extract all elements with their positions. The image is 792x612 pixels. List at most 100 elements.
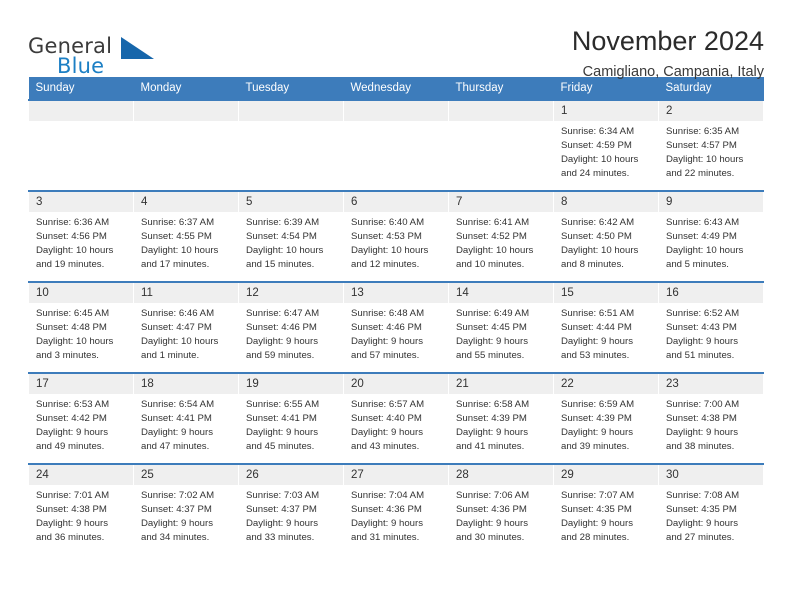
calendar-day-cell[interactable]: 8 Sunrise: 6:42 AM Sunset: 4:50 PM Daylight… bbox=[553, 190, 659, 282]
sunrise-time: Sunrise: 7:03 AM bbox=[246, 490, 320, 501]
daylight-duration-line2: and 43 minutes. bbox=[351, 441, 420, 453]
day-number: 6 bbox=[344, 192, 448, 212]
sunrise-time: Sunrise: 6:43 AM bbox=[666, 217, 740, 228]
daylight-duration-line1: Daylight: 9 hours bbox=[561, 518, 633, 530]
calendar-day-cell[interactable]: 17 Sunrise: 6:53 AM Sunset: 4:42 PM Dayligh… bbox=[28, 372, 134, 464]
sunrise-time: Sunrise: 6:49 AM bbox=[456, 308, 530, 319]
calendar-day-cell[interactable]: 4 Sunrise: 6:37 AM Sunset: 4:55 PM Daylight… bbox=[133, 190, 239, 282]
day-number: 16 bbox=[659, 283, 763, 303]
calendar-week-row: 3 Sunrise: 6:36 AM Sunset: 4:56 PM Daylight… bbox=[28, 190, 764, 282]
calendar-day-cell[interactable]: 26 Sunrise: 7:03 AM Sunset: 4:37 PM Dayligh… bbox=[238, 463, 344, 555]
calendar-day-cell[interactable]: 10 Sunrise: 6:45 AM Sunset: 4:48 PM Dayligh… bbox=[28, 281, 134, 373]
calendar-day-cell[interactable]: 24 Sunrise: 7:01 AM Sunset: 4:38 PM Dayligh… bbox=[28, 463, 134, 555]
day-number: 21 bbox=[449, 374, 553, 394]
calendar-day-cell[interactable]: 22 Sunrise: 6:59 AM Sunset: 4:39 PM Dayligh… bbox=[553, 372, 659, 464]
calendar-week-row: 10 Sunrise: 6:45 AM Sunset: 4:48 PM Dayligh… bbox=[28, 281, 764, 373]
sunrise-time: Sunrise: 6:59 AM bbox=[561, 399, 635, 410]
calendar-day-cell[interactable]: 28 Sunrise: 7:06 AM Sunset: 4:36 PM Dayligh… bbox=[448, 463, 554, 555]
calendar-day-cell[interactable]: 6 Sunrise: 6:40 AM Sunset: 4:53 PM Daylight… bbox=[343, 190, 449, 282]
calendar-day-cell[interactable]: 16 Sunrise: 6:52 AM Sunset: 4:43 PM Dayligh… bbox=[658, 281, 764, 373]
day-details: Sunrise: 6:49 AM Sunset: 4:45 PM Daylight:… bbox=[449, 303, 553, 363]
day-details: Sunrise: 6:37 AM Sunset: 4:55 PM Daylight:… bbox=[134, 212, 238, 272]
sunrise-time: Sunrise: 6:51 AM bbox=[561, 308, 635, 319]
calendar-day-cell[interactable]: 11 Sunrise: 6:46 AM Sunset: 4:47 PM Dayligh… bbox=[133, 281, 239, 373]
daylight-duration-line2: and 31 minutes. bbox=[351, 532, 420, 544]
day-number: 18 bbox=[134, 374, 238, 394]
calendar-day-cell[interactable]: 13 Sunrise: 6:48 AM Sunset: 4:46 PM Dayligh… bbox=[343, 281, 449, 373]
day-number bbox=[29, 101, 133, 121]
daylight-duration-line1: Daylight: 9 hours bbox=[666, 518, 738, 530]
daylight-duration-line1: Daylight: 10 hours bbox=[456, 245, 534, 257]
daylight-duration-line1: Daylight: 9 hours bbox=[36, 427, 108, 439]
sunset-time: Sunset: 4:41 PM bbox=[246, 413, 317, 425]
sunset-time: Sunset: 4:37 PM bbox=[141, 504, 212, 516]
calendar-day-cell[interactable]: 3 Sunrise: 6:36 AM Sunset: 4:56 PM Daylight… bbox=[28, 190, 134, 282]
daylight-duration-line1: Daylight: 10 hours bbox=[561, 245, 639, 257]
sunset-time: Sunset: 4:38 PM bbox=[666, 413, 737, 425]
calendar-week-row: 24 Sunrise: 7:01 AM Sunset: 4:38 PM Dayligh… bbox=[28, 463, 764, 555]
calendar-day-cell[interactable]: 1 Sunrise: 6:34 AM Sunset: 4:59 PM Daylight… bbox=[553, 99, 659, 191]
calendar-day-cell[interactable]: 20 Sunrise: 6:57 AM Sunset: 4:40 PM Dayligh… bbox=[343, 372, 449, 464]
day-number: 3 bbox=[29, 192, 133, 212]
calendar-day-cell[interactable]: 9 Sunrise: 6:43 AM Sunset: 4:49 PM Daylight… bbox=[658, 190, 764, 282]
day-details: Sunrise: 6:43 AM Sunset: 4:49 PM Daylight:… bbox=[659, 212, 763, 272]
day-number: 25 bbox=[134, 465, 238, 485]
daylight-duration-line1: Daylight: 9 hours bbox=[246, 518, 318, 530]
calendar-day-cell[interactable]: 5 Sunrise: 6:39 AM Sunset: 4:54 PM Daylight… bbox=[238, 190, 344, 282]
daylight-duration-line2: and 47 minutes. bbox=[141, 441, 210, 453]
calendar-day-cell[interactable]: 19 Sunrise: 6:55 AM Sunset: 4:41 PM Dayligh… bbox=[238, 372, 344, 464]
daylight-duration-line1: Daylight: 9 hours bbox=[36, 518, 108, 530]
daylight-duration-line1: Daylight: 9 hours bbox=[246, 336, 318, 348]
calendar-day-cell[interactable]: 27 Sunrise: 7:04 AM Sunset: 4:36 PM Dayligh… bbox=[343, 463, 449, 555]
sunrise-time: Sunrise: 6:47 AM bbox=[246, 308, 320, 319]
logo-triangle-icon bbox=[121, 37, 154, 59]
sunset-time: Sunset: 4:45 PM bbox=[456, 322, 527, 334]
day-number: 7 bbox=[449, 192, 553, 212]
sunrise-time: Sunrise: 6:53 AM bbox=[36, 399, 110, 410]
calendar-day-cell[interactable]: 2 Sunrise: 6:35 AM Sunset: 4:57 PM Daylight… bbox=[658, 99, 764, 191]
sunrise-time: Sunrise: 6:42 AM bbox=[561, 217, 635, 228]
general-blue-logo[interactable]: General Blue bbox=[28, 26, 158, 82]
calendar-day-cell[interactable]: 29 Sunrise: 7:07 AM Sunset: 4:35 PM Dayligh… bbox=[553, 463, 659, 555]
sunset-time: Sunset: 4:36 PM bbox=[456, 504, 527, 516]
sunrise-time: Sunrise: 6:39 AM bbox=[246, 217, 320, 228]
weekday-header-thursday: Thursday bbox=[448, 77, 554, 100]
sunrise-time: Sunrise: 6:54 AM bbox=[141, 399, 215, 410]
calendar-day-cell[interactable]: 23 Sunrise: 7:00 AM Sunset: 4:38 PM Dayligh… bbox=[658, 372, 764, 464]
day-number: 24 bbox=[29, 465, 133, 485]
calendar-day-cell[interactable]: 15 Sunrise: 6:51 AM Sunset: 4:44 PM Dayligh… bbox=[553, 281, 659, 373]
sunrise-time: Sunrise: 6:37 AM bbox=[141, 217, 215, 228]
sunset-time: Sunset: 4:42 PM bbox=[36, 413, 107, 425]
daylight-duration-line2: and 22 minutes. bbox=[666, 168, 735, 180]
sunset-time: Sunset: 4:36 PM bbox=[351, 504, 422, 516]
daylight-duration-line1: Daylight: 9 hours bbox=[246, 427, 318, 439]
calendar-day-cell[interactable]: 12 Sunrise: 6:47 AM Sunset: 4:46 PM Dayligh… bbox=[238, 281, 344, 373]
daylight-duration-line1: Daylight: 9 hours bbox=[561, 336, 633, 348]
day-details: Sunrise: 6:53 AM Sunset: 4:42 PM Daylight:… bbox=[29, 394, 133, 454]
calendar-day-cell[interactable]: 18 Sunrise: 6:54 AM Sunset: 4:41 PM Dayligh… bbox=[133, 372, 239, 464]
calendar-day-cell[interactable]: 14 Sunrise: 6:49 AM Sunset: 4:45 PM Dayligh… bbox=[448, 281, 554, 373]
calendar-day-cell[interactable]: 25 Sunrise: 7:02 AM Sunset: 4:37 PM Dayligh… bbox=[133, 463, 239, 555]
day-number bbox=[344, 101, 448, 121]
sunrise-time: Sunrise: 7:00 AM bbox=[666, 399, 740, 410]
daylight-duration-line2: and 17 minutes. bbox=[141, 259, 210, 271]
daylight-duration-line1: Daylight: 9 hours bbox=[456, 427, 528, 439]
day-details: Sunrise: 6:42 AM Sunset: 4:50 PM Daylight:… bbox=[554, 212, 658, 272]
daylight-duration-line1: Daylight: 10 hours bbox=[351, 245, 429, 257]
logo-text-blue: Blue bbox=[57, 54, 105, 78]
calendar-day-cell[interactable]: 21 Sunrise: 6:58 AM Sunset: 4:39 PM Dayligh… bbox=[448, 372, 554, 464]
calendar-day-cell[interactable]: 7 Sunrise: 6:41 AM Sunset: 4:52 PM Daylight… bbox=[448, 190, 554, 282]
day-number: 2 bbox=[659, 101, 763, 121]
day-number: 12 bbox=[239, 283, 343, 303]
calendar-week-row: 17 Sunrise: 6:53 AM Sunset: 4:42 PM Dayligh… bbox=[28, 372, 764, 464]
sunrise-time: Sunrise: 6:40 AM bbox=[351, 217, 425, 228]
sunset-time: Sunset: 4:46 PM bbox=[246, 322, 317, 334]
sunset-time: Sunset: 4:52 PM bbox=[456, 231, 527, 243]
sunset-time: Sunset: 4:49 PM bbox=[666, 231, 737, 243]
calendar-day-cell[interactable]: 30 Sunrise: 7:08 AM Sunset: 4:35 PM Dayligh… bbox=[658, 463, 764, 555]
sunset-time: Sunset: 4:59 PM bbox=[561, 140, 632, 152]
day-number: 9 bbox=[659, 192, 763, 212]
sunrise-time: Sunrise: 7:06 AM bbox=[456, 490, 530, 501]
day-details: Sunrise: 6:58 AM Sunset: 4:39 PM Daylight:… bbox=[449, 394, 553, 454]
weekday-header-wednesday: Wednesday bbox=[343, 77, 449, 100]
